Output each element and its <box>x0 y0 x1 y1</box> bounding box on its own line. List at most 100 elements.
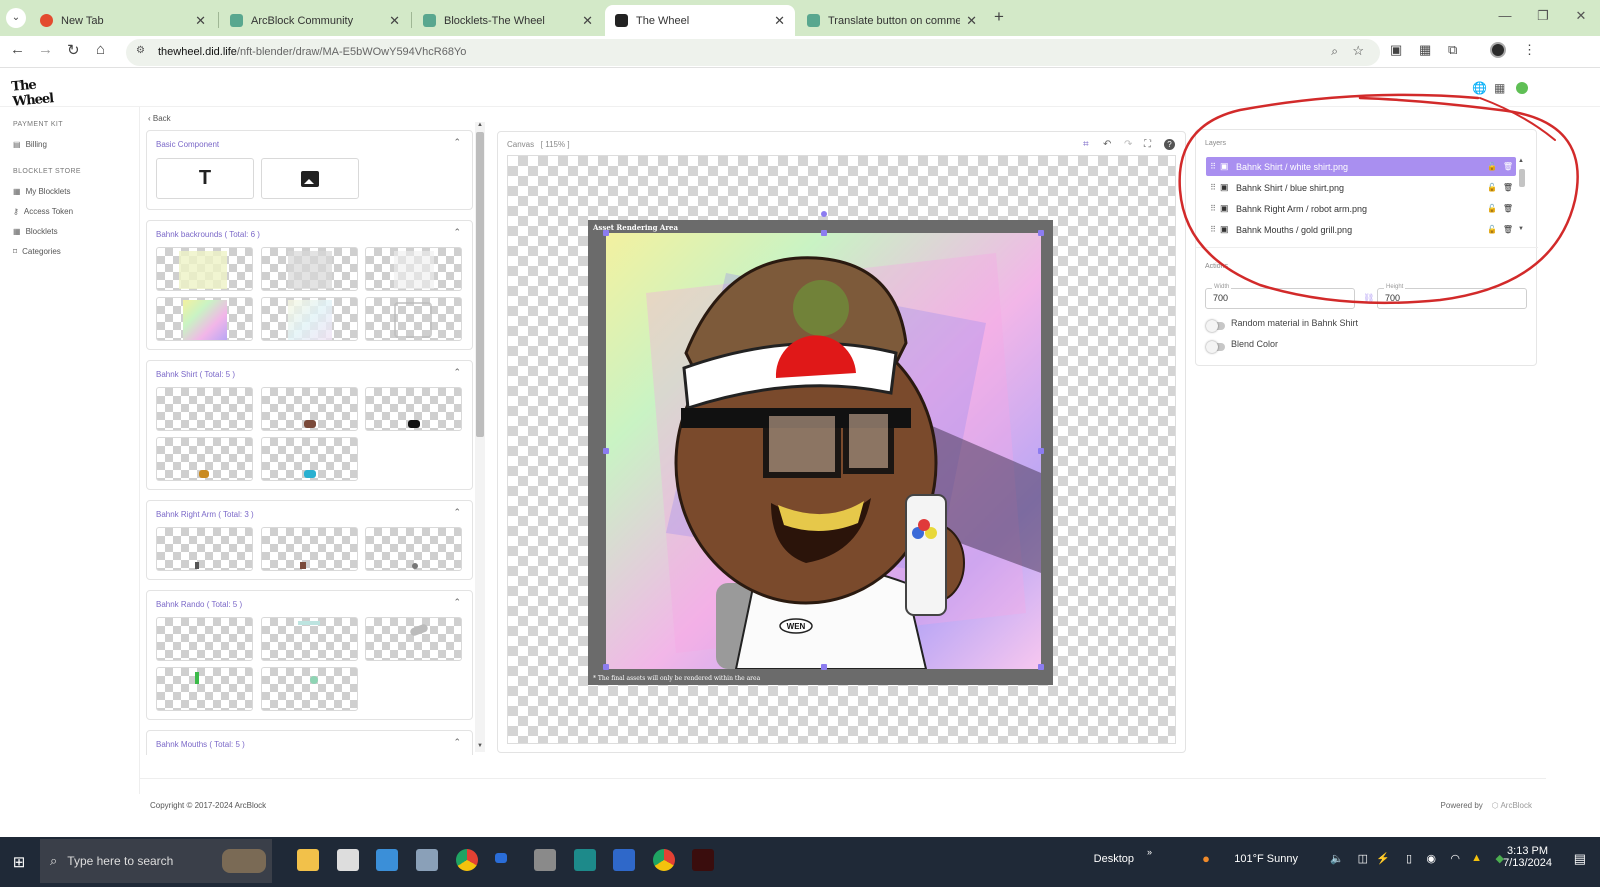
layers-scrollbar-thumb[interactable] <box>1519 169 1525 187</box>
bookmark-star-icon[interactable]: ☆ <box>1352 43 1364 59</box>
asset-thumbnail[interactable] <box>261 667 358 711</box>
asset-thumbnail[interactable] <box>156 527 253 571</box>
asset-thumbnail[interactable] <box>261 247 358 291</box>
unlock-icon[interactable]: 🔓 <box>1484 225 1500 234</box>
close-tab-icon[interactable]: ✕ <box>195 13 206 29</box>
asset-thumbnail[interactable] <box>261 527 358 571</box>
scroll-up-arrow-icon[interactable]: ▲ <box>1518 158 1524 164</box>
chevron-up-icon[interactable]: ⌃ <box>453 367 461 378</box>
app-icon[interactable] <box>613 849 635 871</box>
adobe-illustrator-icon[interactable] <box>692 849 714 871</box>
forward-arrow-icon[interactable]: → <box>38 41 53 58</box>
chevron-up-icon[interactable]: ⌃ <box>453 507 461 518</box>
resize-handle[interactable] <box>1038 230 1044 236</box>
app-icon[interactable] <box>574 849 596 871</box>
drag-handle-icon[interactable]: ⠿ <box>1206 162 1220 171</box>
asset-thumbnail[interactable] <box>261 297 358 341</box>
tab-translate-button[interactable]: Translate button on comments ✕ <box>797 5 987 36</box>
resize-handle[interactable] <box>603 230 609 236</box>
sidebar-item-billing[interactable]: ▤ Billing <box>13 140 47 149</box>
asset-thumbnail[interactable] <box>365 247 462 291</box>
unlock-icon[interactable]: 🔓 <box>1484 162 1500 171</box>
tray-icon[interactable]: ⚡ <box>1376 852 1390 865</box>
desktop-toolbar-label[interactable]: Desktop <box>1094 853 1134 865</box>
drag-handle-icon[interactable]: ⠿ <box>1206 204 1220 213</box>
layer-row[interactable]: ⠿ ▣ Bahnk Mouths / gold grill.png 🔓 🗑 <box>1206 220 1516 239</box>
arcblock-brand[interactable]: ArcBlock <box>1500 801 1532 810</box>
browser-menu-icon[interactable]: ⋮ <box>1523 42 1536 58</box>
volume-icon[interactable]: 🔈 <box>1330 852 1344 865</box>
spreadsheet-extension-icon[interactable]: ▦ <box>1419 42 1431 58</box>
apps-grid-icon[interactable]: ▦ <box>1494 81 1505 95</box>
nft-artwork[interactable]: WEN <box>606 233 1041 669</box>
tab-the-wheel[interactable]: The Wheel ✕ <box>605 5 795 36</box>
asset-thumbnail[interactable] <box>261 617 358 661</box>
help-icon[interactable]: ? <box>1164 139 1175 150</box>
user-avatar[interactable] <box>1516 82 1528 94</box>
asset-thumbnail[interactable] <box>365 527 462 571</box>
unlock-icon[interactable]: 🔓 <box>1484 183 1500 192</box>
asset-thumbnail[interactable] <box>365 617 462 661</box>
calculator-icon[interactable] <box>416 849 438 871</box>
height-input[interactable] <box>1385 293 1515 303</box>
minimize-icon[interactable]: — <box>1486 0 1524 34</box>
layer-row[interactable]: ⠿ ▣ Bahnk Shirt / blue shirt.png 🔓 🗑 <box>1206 178 1516 197</box>
width-field[interactable]: Width <box>1205 284 1355 309</box>
rotate-handle[interactable] <box>821 211 827 217</box>
window-close-icon[interactable]: ✕ <box>1562 0 1600 34</box>
new-tab-plus-icon[interactable]: + <box>994 7 1004 27</box>
file-explorer-icon[interactable] <box>297 849 319 871</box>
zoom-magnifier-icon[interactable]: ⌕ <box>1331 44 1338 59</box>
asset-thumbnail[interactable] <box>156 667 253 711</box>
amazon-icon[interactable] <box>534 849 556 871</box>
asset-thumbnail[interactable] <box>156 387 253 431</box>
layers-scrollbar[interactable]: ▲ ▼ <box>1518 158 1526 236</box>
blend-color-toggle[interactable] <box>1206 341 1225 353</box>
asset-thumbnail[interactable] <box>156 297 253 341</box>
height-field[interactable]: Height <box>1377 284 1527 309</box>
drag-handle-icon[interactable]: ⠿ <box>1206 183 1220 192</box>
asset-thumbnail[interactable] <box>261 387 358 431</box>
home-icon[interactable]: ⌂ <box>96 41 105 58</box>
scroll-up-arrow-icon[interactable]: ▲ <box>477 122 483 128</box>
close-tab-icon[interactable]: ✕ <box>582 13 593 29</box>
trash-icon[interactable]: 🗑 <box>1500 225 1516 234</box>
trash-icon[interactable]: 🗑 <box>1500 183 1516 192</box>
tab-new-tab[interactable]: New Tab ✕ <box>30 5 216 36</box>
resize-handle[interactable] <box>1038 664 1044 670</box>
language-globe-icon[interactable]: 🌐 <box>1472 81 1487 95</box>
resize-handle[interactable] <box>1038 448 1044 454</box>
resize-handle[interactable] <box>603 664 609 670</box>
layer-row[interactable]: ⠿ ▣ Bahnk Shirt / white shirt.png 🔓 🗑 <box>1206 157 1516 176</box>
sidebar-item-categories[interactable]: ⌑ Categories <box>13 247 61 256</box>
taskbar-search[interactable]: ⌕ Type here to search <box>40 839 272 883</box>
fullscreen-icon[interactable]: ⛶ <box>1144 139 1151 150</box>
the-wheel-logo[interactable]: The Wheel <box>11 76 54 110</box>
reload-icon[interactable]: ↻ <box>67 41 80 59</box>
asset-rendering-area[interactable]: Asset Rendering Area WEN * The final ass… <box>588 211 1053 685</box>
extensions-puzzle-icon[interactable]: ⧉ <box>1448 42 1457 58</box>
back-arrow-icon[interactable]: ← <box>10 41 25 58</box>
scroll-down-arrow-icon[interactable]: ▼ <box>477 743 483 749</box>
panel-scrollbar-thumb[interactable] <box>476 132 484 437</box>
asset-thumbnail[interactable] <box>365 387 462 431</box>
chrome-active-icon[interactable] <box>653 849 675 871</box>
chevron-right-icon[interactable]: » <box>1147 847 1152 857</box>
asset-thumbnail[interactable] <box>261 437 358 481</box>
profile-avatar[interactable] <box>1490 42 1506 58</box>
unlock-icon[interactable]: 🔓 <box>1484 204 1500 213</box>
resize-handle[interactable] <box>603 448 609 454</box>
chrome-tray-icon[interactable]: ◉ <box>1426 852 1436 865</box>
width-input[interactable] <box>1213 293 1343 303</box>
add-image-button[interactable] <box>261 158 359 199</box>
asset-thumbnail[interactable] <box>156 437 253 481</box>
app-icon[interactable] <box>376 849 398 871</box>
add-text-button[interactable]: T <box>156 158 254 199</box>
windows-start-icon[interactable]: ⊞ <box>0 837 38 887</box>
wallet-extension-icon[interactable]: ▣ <box>1390 42 1402 58</box>
close-tab-icon[interactable]: ✕ <box>389 13 400 29</box>
tab-search-chevron-icon[interactable]: ⌄ <box>6 8 26 28</box>
undo-icon[interactable]: ↶ <box>1103 139 1111 150</box>
chevron-up-icon[interactable]: ⌃ <box>453 597 461 608</box>
wifi-icon[interactable]: ◠ <box>1450 852 1460 865</box>
